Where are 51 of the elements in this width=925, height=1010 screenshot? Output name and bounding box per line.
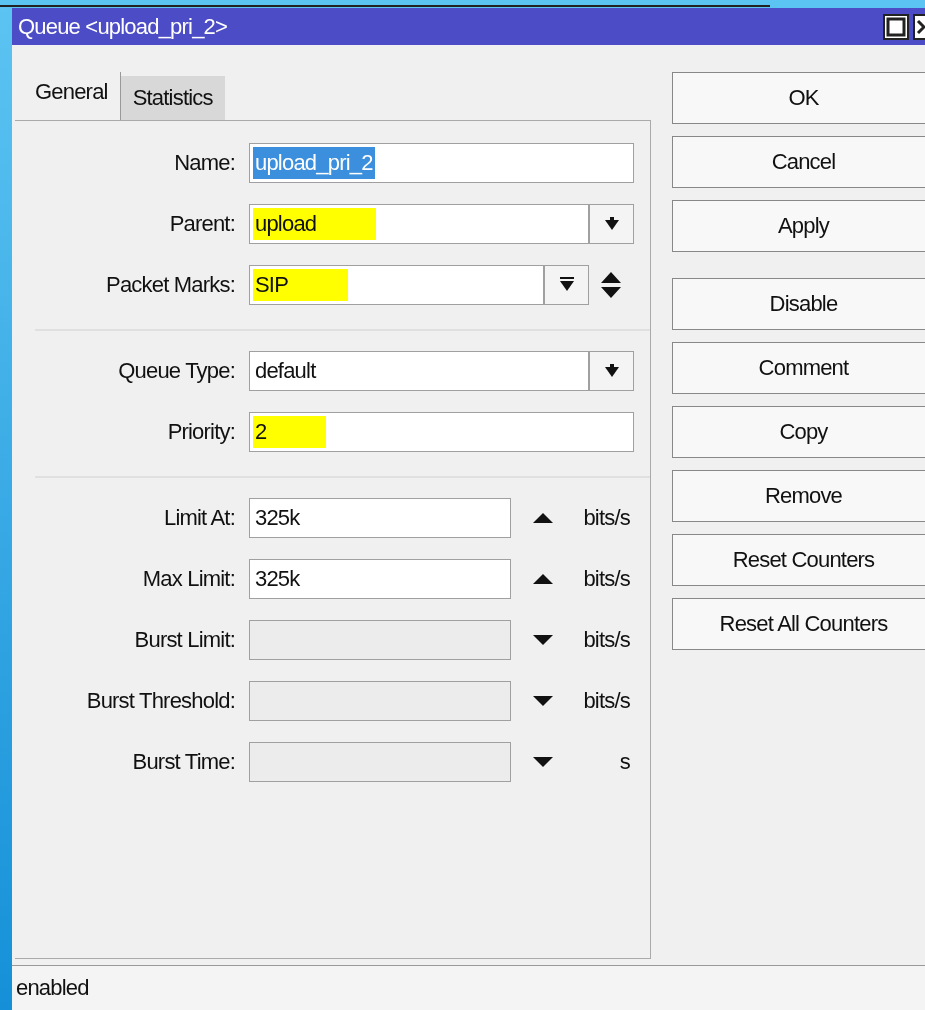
field-label: Name: <box>173 150 236 176</box>
action-button[interactable]: Reset Counters <box>672 534 925 586</box>
action-button[interactable]: Remove <box>672 470 925 522</box>
input-field[interactable]: 325k <box>249 559 511 599</box>
dropdown-button[interactable] <box>589 204 634 244</box>
field-label: Parent: <box>168 211 236 237</box>
up-down-arrows-icon[interactable] <box>601 271 621 299</box>
action-button[interactable]: Apply <box>672 200 925 252</box>
dropdown-button[interactable] <box>544 265 589 305</box>
dropdown-icon <box>559 277 574 293</box>
close-icon[interactable] <box>913 13 925 40</box>
field-label: Priority: <box>166 419 236 445</box>
unit-label: s <box>618 749 630 775</box>
field-value: 325k <box>254 504 301 532</box>
input-field[interactable]: SIP <box>249 265 544 305</box>
field-value: SIP <box>253 269 349 301</box>
dropdown-button[interactable] <box>589 351 634 391</box>
input-field[interactable]: 2 <box>249 412 634 452</box>
unit-label: bits/s <box>582 566 630 592</box>
input-field[interactable]: 325k <box>249 498 511 538</box>
unit-label: bits/s <box>582 688 630 714</box>
field-label: Limit At: <box>162 505 236 531</box>
field-value: default <box>254 357 317 385</box>
action-button[interactable]: OK <box>672 72 925 124</box>
field-label: Burst Time: <box>131 749 236 775</box>
dropdown-icon <box>604 216 619 232</box>
field-value: upload <box>253 208 377 240</box>
window-title: Queue <upload_pri_2> <box>18 13 229 40</box>
maximize-icon[interactable] <box>883 13 909 40</box>
action-button[interactable]: Comment <box>672 342 925 394</box>
field-label: Queue Type: <box>117 358 236 384</box>
field-label: Max Limit: <box>141 566 236 592</box>
dropdown-icon <box>604 363 619 379</box>
field-label: Burst Threshold: <box>85 688 236 714</box>
input-field[interactable]: default <box>249 351 589 391</box>
action-button[interactable]: Cancel <box>672 136 925 188</box>
field-label: Packet Marks: <box>105 272 236 298</box>
action-button[interactable]: Disable <box>672 278 925 330</box>
field-label: Burst Limit: <box>133 627 236 653</box>
field-value: upload_pri_2 <box>253 147 375 179</box>
collapse-arrow-icon[interactable] <box>533 574 553 584</box>
unit-label: bits/s <box>582 627 630 653</box>
field-value: 325k <box>254 565 301 593</box>
collapse-arrow-icon[interactable] <box>533 513 553 523</box>
action-button[interactable]: Copy <box>672 406 925 458</box>
status-text: enabled <box>16 975 89 1001</box>
action-button[interactable]: Reset All Counters <box>672 598 925 650</box>
tab[interactable]: Statistics <box>120 76 225 120</box>
input-field[interactable]: upload <box>249 204 589 244</box>
unit-label: bits/s <box>582 505 630 531</box>
field-value: 2 <box>253 416 327 448</box>
